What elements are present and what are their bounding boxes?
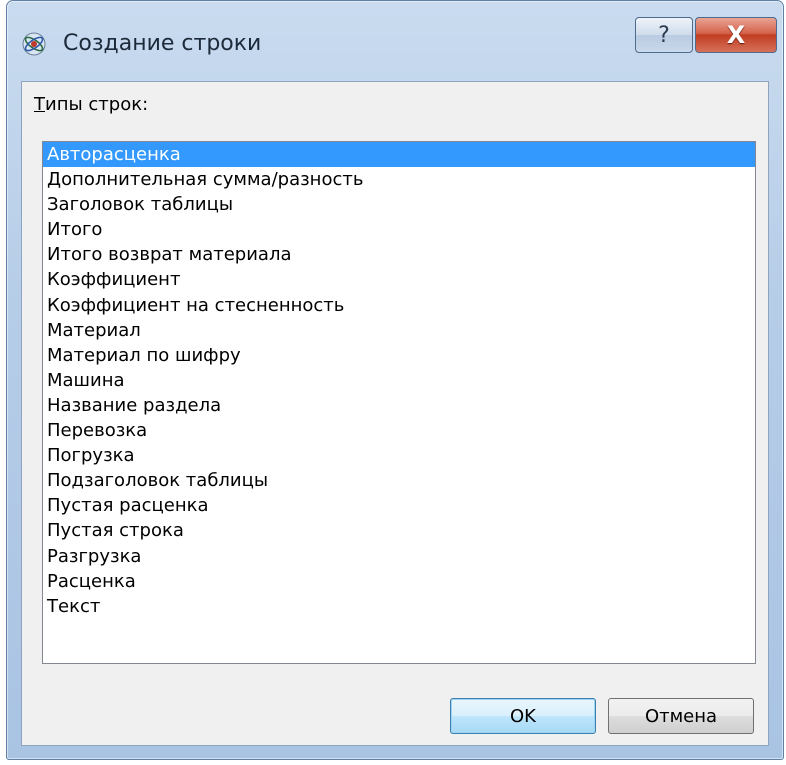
row-types-label-mnemonic: Т [34, 94, 45, 115]
list-item[interactable]: Текст [43, 594, 755, 619]
list-item[interactable]: Погрузка [43, 443, 755, 468]
help-icon: ? [658, 22, 670, 48]
title-bar[interactable]: Создание строки ? X [7, 1, 783, 81]
dialog-window: Создание строки ? X Типы строк: Авторасц… [6, 0, 784, 760]
list-item[interactable]: Авторасценка [43, 142, 755, 168]
ok-button[interactable]: OK [450, 698, 596, 734]
list-item[interactable]: Материал по шифру [43, 343, 755, 368]
list-item[interactable]: Коэффициент на стесненность [43, 293, 755, 318]
help-button[interactable]: ? [635, 17, 693, 53]
close-button[interactable]: X [695, 17, 777, 53]
list-item[interactable]: Дополнительная сумма/разность [43, 167, 755, 192]
list-item[interactable]: Машина [43, 368, 755, 393]
list-item[interactable]: Коэффициент [43, 267, 755, 292]
dialog-client-area: Типы строк: Авторасценка Дополнительная с… [21, 81, 769, 746]
list-item[interactable]: Пустая строка [43, 518, 755, 543]
window-title: Создание строки [63, 31, 262, 56]
list-item[interactable]: Итого [43, 217, 755, 242]
cancel-button[interactable]: Отмена [608, 698, 754, 734]
list-item[interactable]: Заголовок таблицы [43, 192, 755, 217]
list-item[interactable]: Материал [43, 318, 755, 343]
close-icon: X [726, 21, 746, 49]
list-item[interactable]: Подзаголовок таблицы [43, 468, 755, 493]
list-item[interactable]: Итого возврат материала [43, 242, 755, 267]
app-atom-icon [21, 31, 47, 57]
list-item[interactable]: Разгрузка [43, 544, 755, 569]
list-item[interactable]: Перевозка [43, 418, 755, 443]
row-types-listbox[interactable]: Авторасценка Дополнительная сумма/разност… [42, 141, 756, 664]
row-types-label: Типы строк: [34, 94, 148, 115]
row-types-label-text: ипы строк: [45, 94, 149, 115]
list-item[interactable]: Пустая расценка [43, 493, 755, 518]
list-item[interactable]: Расценка [43, 569, 755, 594]
list-item[interactable]: Название раздела [43, 393, 755, 418]
